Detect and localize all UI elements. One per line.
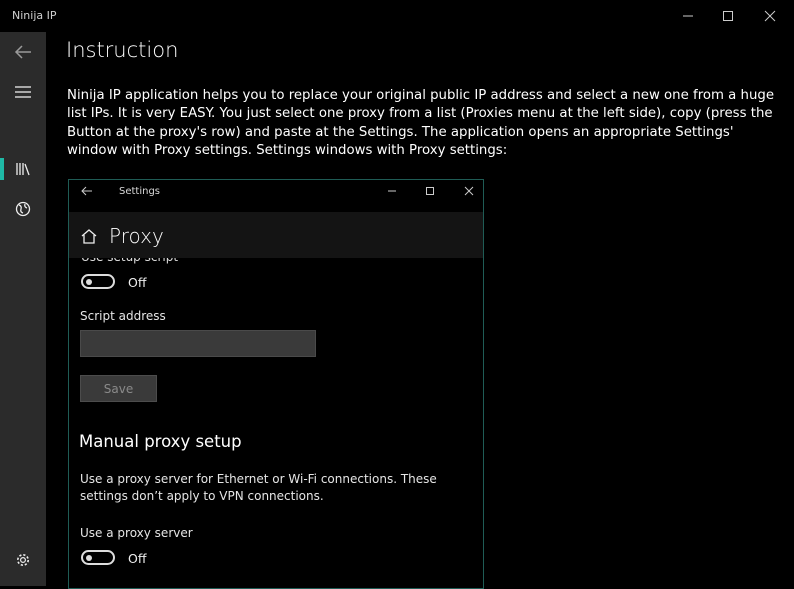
use-proxy-toggle bbox=[81, 550, 115, 565]
title-bar: Ninija IP bbox=[0, 0, 794, 32]
close-icon bbox=[764, 10, 776, 22]
maximize-button[interactable] bbox=[706, 0, 750, 32]
settings-screenshot: Settings Use setup script Proxy Off Scri… bbox=[68, 179, 484, 589]
settings-button[interactable] bbox=[0, 540, 46, 580]
manual-proxy-description: Use a proxy server for Ethernet or Wi-Fi… bbox=[80, 472, 437, 503]
back-icon bbox=[14, 45, 31, 59]
screenshot-window-title: Settings bbox=[119, 186, 161, 197]
nav-item-instruction[interactable] bbox=[0, 149, 46, 189]
nav-item-proxies[interactable] bbox=[0, 189, 46, 229]
page-title: Instruction bbox=[66, 38, 179, 62]
screenshot-proxy-heading: Proxy bbox=[109, 224, 164, 248]
screenshot-back-icon bbox=[81, 186, 92, 196]
home-icon bbox=[81, 229, 97, 244]
close-button[interactable] bbox=[748, 0, 792, 32]
sidebar bbox=[0, 32, 46, 586]
instruction-text: Ninija IP application helps you to repla… bbox=[67, 88, 775, 159]
screenshot-maximize-icon bbox=[426, 187, 434, 195]
toggle-knob bbox=[86, 278, 92, 285]
toggle-knob bbox=[86, 554, 92, 561]
use-proxy-label: Use a proxy server bbox=[80, 526, 193, 540]
screenshot-close-icon bbox=[464, 186, 474, 196]
screenshot-header: Proxy bbox=[69, 212, 483, 258]
hamburger-menu-button[interactable] bbox=[0, 72, 46, 112]
hamburger-menu-icon bbox=[15, 86, 31, 98]
manual-proxy-heading: Manual proxy setup bbox=[79, 432, 242, 451]
screenshot-save-button: Save bbox=[80, 375, 157, 402]
globe-icon bbox=[15, 201, 31, 217]
settings-gear-icon bbox=[17, 554, 29, 566]
minimize-icon bbox=[683, 15, 693, 17]
app-title: Ninija IP bbox=[12, 9, 57, 22]
setup-script-toggle-state: Off bbox=[128, 275, 147, 290]
back-button[interactable] bbox=[0, 32, 46, 72]
instruction-book-icon bbox=[16, 163, 30, 176]
script-address-field bbox=[80, 330, 316, 357]
screenshot-minimize-icon bbox=[388, 190, 396, 192]
use-proxy-toggle-state: Off bbox=[128, 551, 147, 566]
setup-script-toggle bbox=[81, 274, 115, 289]
minimize-button[interactable] bbox=[666, 0, 710, 32]
script-address-label: Script address bbox=[80, 309, 166, 323]
maximize-icon bbox=[723, 11, 733, 21]
